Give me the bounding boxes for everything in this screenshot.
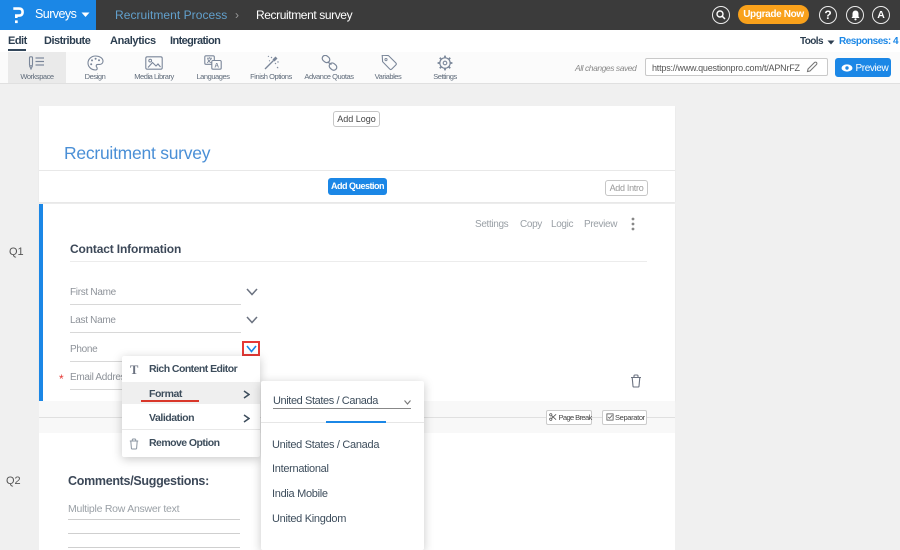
svg-text:A: A — [214, 62, 219, 69]
